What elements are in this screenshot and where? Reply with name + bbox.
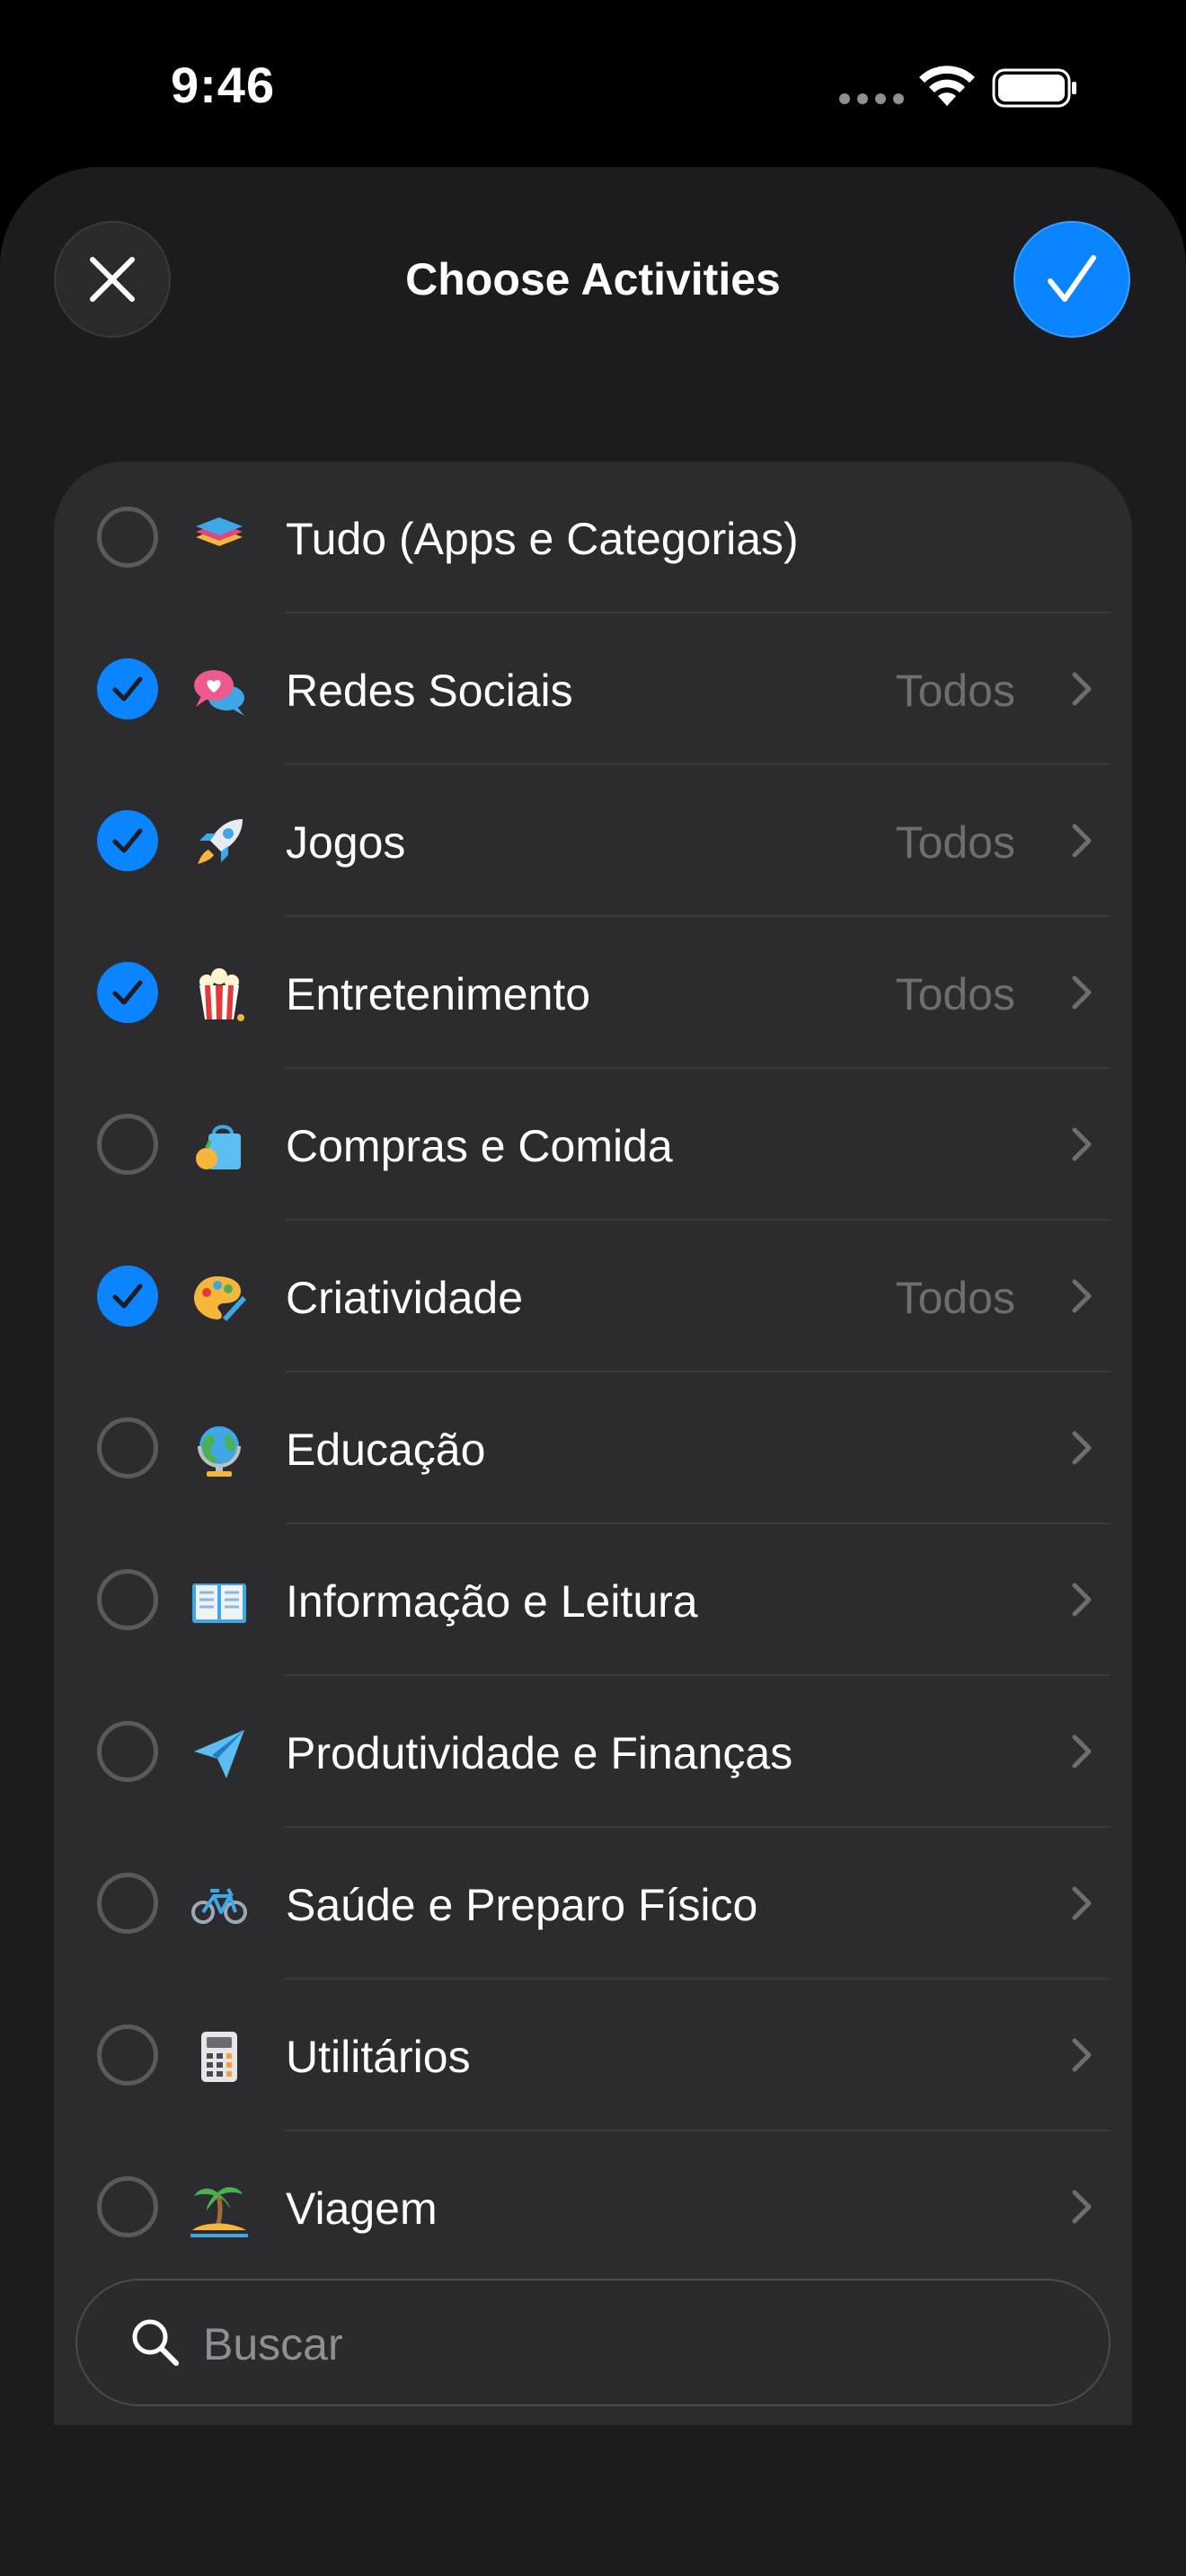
palette-icon	[190, 1269, 248, 1327]
checkbox-unchecked[interactable]	[97, 507, 158, 568]
checkmark-icon	[112, 828, 143, 853]
globe-icon	[190, 1421, 248, 1478]
rocket-icon	[190, 814, 248, 871]
activity-label: Utilitários	[286, 2032, 471, 2082]
activity-value: Todos	[895, 817, 1015, 868]
activity-row[interactable]: Produtividade e Finanças	[54, 1676, 1132, 1828]
activity-label: Viagem	[286, 2183, 438, 2234]
chevron-right-icon[interactable]	[1069, 1732, 1094, 1771]
chevron-right-icon[interactable]	[1069, 1428, 1094, 1468]
paper-plane-icon	[190, 1725, 248, 1782]
cellular-signal-icon	[839, 93, 904, 104]
checkbox-unchecked[interactable]	[97, 1569, 158, 1630]
checkbox-unchecked[interactable]	[97, 1417, 158, 1478]
activity-label: Educação	[286, 1425, 486, 1475]
search-input[interactable]	[201, 2306, 1013, 2383]
checkbox-unchecked[interactable]	[97, 1873, 158, 1934]
checkbox-checked[interactable]	[97, 962, 158, 1023]
calculator-icon	[190, 2028, 248, 2086]
chevron-right-icon[interactable]	[1069, 2187, 1094, 2227]
speech-bubbles-heart-icon	[190, 662, 248, 719]
checkmark-icon	[112, 676, 143, 701]
chevron-right-icon[interactable]	[1069, 2035, 1094, 2075]
checkbox-checked[interactable]	[97, 658, 158, 719]
activity-label: Produtividade e Finanças	[286, 1728, 793, 1778]
status-time: 9:46	[171, 57, 276, 113]
activity-label: Criatividade	[286, 1273, 524, 1323]
chevron-right-icon[interactable]	[1069, 1125, 1094, 1164]
activity-row[interactable]: Tudo (Apps e Categorias)	[54, 462, 1132, 613]
checkbox-unchecked[interactable]	[97, 1114, 158, 1175]
activity-label: Tudo (Apps e Categorias)	[286, 514, 799, 564]
checkmark-icon	[112, 1284, 143, 1309]
search-bar[interactable]	[75, 2279, 1111, 2406]
chevron-right-icon[interactable]	[1069, 973, 1094, 1012]
open-book-icon	[190, 1573, 248, 1630]
bottom-area	[0, 2425, 1186, 2576]
checkbox-unchecked[interactable]	[97, 2176, 158, 2237]
activity-label: Saúde e Preparo Físico	[286, 1880, 758, 1930]
search-icon	[132, 2319, 179, 2366]
activity-row[interactable]: Saúde e Preparo Físico	[54, 1828, 1132, 1980]
checkbox-checked[interactable]	[97, 810, 158, 871]
chevron-right-icon[interactable]	[1069, 1883, 1094, 1923]
activity-row[interactable]: Utilitários	[54, 1980, 1132, 2131]
activity-label: Informação e Leitura	[286, 1576, 698, 1627]
checkmark-icon	[112, 980, 143, 1005]
palm-island-icon	[190, 2180, 248, 2237]
choose-activities-sheet: Choose Activities Tudo (Apps e Categoria…	[0, 167, 1186, 2576]
activity-row[interactable]: Compras e Comida	[54, 1069, 1132, 1221]
checkbox-unchecked[interactable]	[97, 2025, 158, 2086]
activity-label: Entretenimento	[286, 969, 591, 1019]
activity-row[interactable]: Entretenimento Todos	[54, 917, 1132, 1069]
activity-value: Todos	[895, 1273, 1015, 1323]
checkmark-icon	[1048, 255, 1096, 302]
checkbox-unchecked[interactable]	[97, 1721, 158, 1782]
page-title: Choose Activities	[405, 254, 781, 304]
chevron-right-icon[interactable]	[1069, 1276, 1094, 1316]
bicycle-icon	[190, 1876, 248, 1934]
battery-icon	[992, 68, 1076, 108]
activity-label: Compras e Comida	[286, 1121, 673, 1171]
chevron-right-icon[interactable]	[1069, 1580, 1094, 1619]
popcorn-icon	[190, 966, 248, 1023]
activity-row[interactable]: Viagem	[54, 2131, 1132, 2283]
wifi-icon	[919, 66, 975, 106]
stack-icon	[190, 510, 248, 568]
status-bar: 9:46	[0, 0, 1186, 162]
activity-row[interactable]: Informação e Leitura	[54, 1524, 1132, 1676]
activity-row[interactable]: Criatividade Todos	[54, 1221, 1132, 1372]
activity-row[interactable]: Jogos Todos	[54, 765, 1132, 917]
activity-value: Todos	[895, 969, 1015, 1019]
activity-row[interactable]: Redes Sociais Todos	[54, 613, 1132, 765]
activity-value: Todos	[895, 666, 1015, 716]
activities-list: Tudo (Apps e Categorias) Redes Sociais Tod…	[54, 462, 1132, 2474]
confirm-button[interactable]	[1013, 221, 1130, 338]
activity-row[interactable]: Educação	[54, 1372, 1132, 1524]
checkbox-checked[interactable]	[97, 1266, 158, 1327]
activity-label: Redes Sociais	[286, 666, 573, 716]
shopping-bag-icon	[190, 1117, 248, 1175]
activity-label: Jogos	[286, 817, 406, 868]
chevron-right-icon[interactable]	[1069, 669, 1094, 709]
chevron-right-icon[interactable]	[1069, 821, 1094, 860]
